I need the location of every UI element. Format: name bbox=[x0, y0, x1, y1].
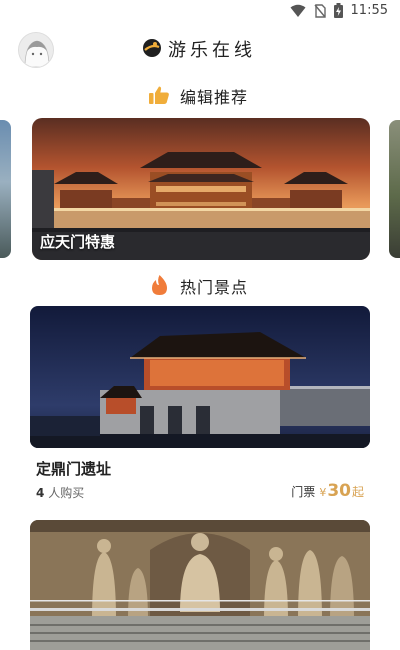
spot-buyers: 4 人购买 bbox=[36, 484, 84, 501]
price-suffix: 起 bbox=[351, 485, 364, 499]
price-value: 30 bbox=[327, 481, 351, 501]
section-hot-spots: 热门景点 bbox=[0, 272, 400, 298]
price-label: 门票 bbox=[291, 485, 316, 499]
buyers-count: 4 bbox=[36, 486, 45, 500]
app-title: 游乐在线 bbox=[168, 40, 256, 61]
section-title: 编辑推荐 bbox=[180, 88, 249, 107]
no-sim-icon bbox=[313, 3, 326, 18]
spot-price: 门票 ¥ 30 起 bbox=[291, 481, 364, 501]
avatar-icon bbox=[19, 33, 53, 67]
avatar[interactable] bbox=[18, 32, 54, 68]
travel-logo-icon bbox=[143, 39, 161, 57]
carousel-card[interactable]: 应天门特惠 bbox=[32, 118, 370, 260]
flame-icon bbox=[152, 275, 167, 295]
thumbs-up-icon bbox=[149, 86, 169, 104]
carousel-card-next[interactable] bbox=[389, 120, 400, 258]
grottoes-image bbox=[30, 520, 370, 650]
spot-image[interactable] bbox=[30, 306, 370, 448]
buyers-suffix: 人购买 bbox=[48, 486, 85, 500]
status-time: 11:55 bbox=[350, 3, 388, 18]
status-bar: 11:55 bbox=[0, 0, 400, 24]
wifi-icon bbox=[290, 4, 306, 17]
carousel-card-prev[interactable] bbox=[0, 120, 11, 258]
editor-picks-carousel[interactable]: 应天门特惠 bbox=[0, 118, 400, 260]
battery-charging-icon bbox=[333, 3, 343, 18]
price-currency: ¥ bbox=[319, 486, 327, 499]
carousel-caption: 应天门特惠 bbox=[40, 233, 116, 251]
spot-image[interactable] bbox=[30, 520, 370, 650]
gate-image bbox=[30, 306, 370, 448]
section-title: 热门景点 bbox=[180, 278, 249, 297]
spot-name[interactable]: 定鼎门遗址 bbox=[36, 458, 111, 479]
section-editor-picks: 编辑推荐 bbox=[0, 82, 400, 108]
